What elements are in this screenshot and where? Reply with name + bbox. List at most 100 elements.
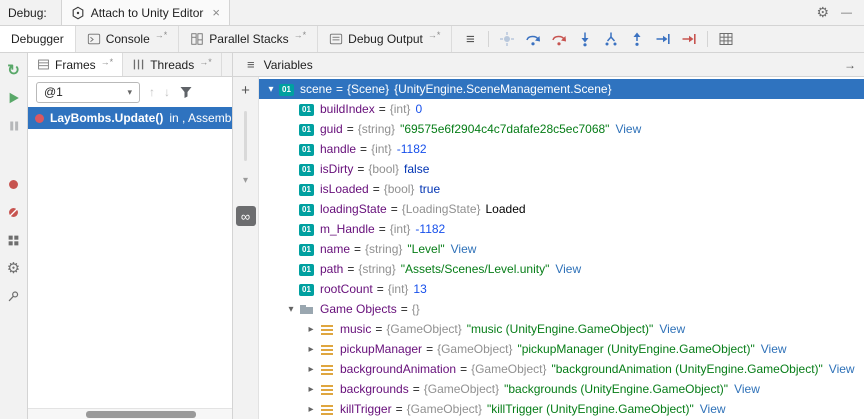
tree-chevron-icon[interactable]: ▾ — [283, 304, 299, 315]
view-link[interactable]: View — [700, 402, 726, 416]
show-watches-icon[interactable]: ∞ — [236, 206, 256, 226]
variable-name: Game Objects — [320, 302, 397, 316]
variable-row[interactable]: ▾ Game Objects = {} — [259, 299, 864, 319]
tab-parallel-stacks[interactable]: Parallel Stacks →* — [179, 26, 318, 52]
force-run-to-cursor-button[interactable] — [677, 28, 701, 50]
pause-button[interactable] — [2, 114, 26, 138]
variable-row[interactable]: ▸ music = {GameObject} "music (UnityEngi… — [259, 319, 864, 339]
step-over-button[interactable] — [521, 28, 545, 50]
tab-frames[interactable]: Frames →* — [28, 53, 123, 76]
hide-icon[interactable]: — — [841, 7, 852, 19]
variable-row[interactable]: 01 isLoaded = {bool} true — [259, 179, 864, 199]
equals-sign: = — [379, 222, 386, 236]
tab-threads[interactable]: Threads →* — [123, 53, 222, 76]
arrow-right-icon[interactable]: → — [844, 58, 856, 72]
tab-debugger[interactable]: Debugger — [0, 26, 76, 52]
variable-row[interactable]: ▸ backgroundAnimation = {GameObject} "ba… — [259, 359, 864, 379]
variable-row[interactable]: 01 rootCount = {int} 13 — [259, 279, 864, 299]
view-link[interactable]: View — [761, 342, 787, 356]
step-into-button[interactable] — [573, 28, 597, 50]
mute-breakpoints-button[interactable] — [2, 200, 26, 224]
titlebar-actions: ⚙ — — [816, 4, 864, 21]
variables-header: ≡ Variables → — [233, 53, 864, 77]
variable-type: {LoadingState} — [402, 202, 481, 216]
close-icon[interactable]: × — [212, 5, 220, 20]
thread-selector-value: @1 — [44, 85, 63, 99]
variable-row[interactable]: 01 name = {string} "Level" View — [259, 239, 864, 259]
rerun-button[interactable]: ↻ — [2, 58, 26, 82]
scrollbar-thumb[interactable] — [86, 411, 196, 418]
variable-row[interactable]: ▸ backgrounds = {GameObject} "background… — [259, 379, 864, 399]
variable-value: 13 — [413, 282, 426, 296]
equals-sign: = — [460, 362, 467, 376]
view-link[interactable]: View — [451, 242, 477, 256]
tree-chevron-icon[interactable]: ▸ — [303, 364, 319, 375]
show-execution-point-button[interactable] — [495, 28, 519, 50]
force-step-over-button[interactable] — [547, 28, 571, 50]
view-link[interactable]: View — [615, 122, 641, 136]
settings-button[interactable]: ⚙ — [2, 256, 26, 280]
resume-button[interactable] — [2, 86, 26, 110]
variable-row[interactable]: 01 handle = {int} -1182 — [259, 139, 864, 159]
folder-icon — [299, 301, 315, 317]
equals-sign: = — [375, 322, 382, 336]
variable-row[interactable]: ▾ 01 scene = {Scene} {UnityEngine.SceneM… — [259, 79, 864, 99]
variable-row[interactable]: 01 path = {string} "Assets/Scenes/Level.… — [259, 259, 864, 279]
next-frame-icon[interactable]: ↓ — [164, 85, 170, 99]
menu-icon[interactable]: ≡ — [247, 57, 255, 72]
tab-debug-output[interactable]: Debug Output →* — [318, 26, 452, 52]
grid-view-button[interactable] — [714, 28, 738, 50]
settings-gear-icon[interactable]: ⚙ — [816, 4, 829, 21]
scrollbar-thumb[interactable] — [244, 111, 247, 161]
tree-chevron-icon[interactable]: ▸ — [303, 324, 319, 335]
force-step-over-icon — [551, 31, 567, 47]
view-link[interactable]: View — [829, 362, 855, 376]
variable-row[interactable]: 01 loadingState = {LoadingState} Loaded — [259, 199, 864, 219]
step-out-button[interactable] — [625, 28, 649, 50]
view-link[interactable]: View — [555, 262, 581, 276]
variables-tree: ▾ 01 scene = {Scene} {UnityEngine.SceneM… — [259, 77, 864, 419]
layout-menu-button[interactable]: ≡ — [458, 28, 482, 50]
variable-type: {string} — [358, 262, 395, 276]
gear-icon: ⚙ — [7, 259, 20, 277]
value-icon: 01 — [299, 124, 314, 136]
tab-parallel-stacks-badge: →* — [294, 30, 307, 40]
view-link[interactable]: View — [734, 382, 760, 396]
add-watch-icon[interactable]: + — [241, 82, 250, 99]
variable-row[interactable]: 01 isDirty = {bool} false — [259, 159, 864, 179]
tree-chevron-icon[interactable]: ▸ — [303, 384, 319, 395]
variable-row[interactable]: 01 guid = {string} "69575e6f2904c4c7dafa… — [259, 119, 864, 139]
tree-chevron-icon[interactable]: ▸ — [303, 344, 319, 355]
value-icon: 01 — [299, 164, 314, 176]
chevron-down-icon[interactable]: ▾ — [243, 175, 248, 186]
smart-step-into-button[interactable] — [599, 28, 623, 50]
variable-value: 0 — [415, 102, 422, 116]
variable-row[interactable]: ▸ pickupManager = {GameObject} "pickupMa… — [259, 339, 864, 359]
tree-chevron-icon[interactable]: ▾ — [263, 84, 279, 95]
view-link[interactable]: View — [659, 322, 685, 336]
stop-button[interactable] — [2, 172, 26, 196]
filter-funnel-icon[interactable] — [179, 85, 193, 99]
variable-row[interactable]: 01 buildIndex = {int} 0 — [259, 99, 864, 119]
mute-breakpoints-icon — [7, 206, 20, 219]
tree-chevron-icon[interactable]: ▸ — [303, 404, 319, 415]
menu-icon: ≡ — [466, 31, 475, 48]
variable-row[interactable]: 01 m_Handle = {int} -1182 — [259, 219, 864, 239]
stop-icon — [7, 178, 20, 191]
frame-row[interactable]: LayBombs.Update() in , Assembly-C — [28, 107, 232, 129]
variable-row[interactable]: ▸ killTrigger = {GameObject} "killTrigge… — [259, 399, 864, 419]
tab-debug-output-label: Debug Output — [348, 32, 423, 46]
variable-type: {GameObject} — [386, 322, 461, 336]
variable-name: path — [320, 262, 343, 276]
variable-type: {GameObject} — [437, 342, 512, 356]
pin-button[interactable] — [2, 284, 26, 308]
session-tab-attach-to-unity-editor[interactable]: Attach to Unity Editor × — [61, 0, 230, 25]
tab-console[interactable]: Console →* — [76, 26, 180, 52]
thread-selector[interactable]: @1 ▾ — [36, 82, 140, 103]
equals-sign: = — [357, 162, 364, 176]
chevron-down-icon: ▾ — [127, 87, 132, 98]
run-to-cursor-button[interactable] — [651, 28, 675, 50]
previous-frame-icon[interactable]: ↑ — [149, 85, 155, 99]
restore-layout-button[interactable] — [2, 228, 26, 252]
value-icon: 01 — [299, 204, 314, 216]
